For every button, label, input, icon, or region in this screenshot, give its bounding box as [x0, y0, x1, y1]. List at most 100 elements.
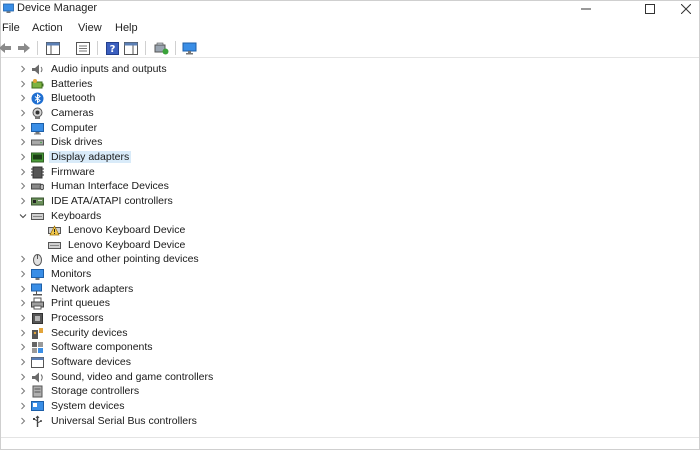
title-bar[interactable]: Device Manager	[1, 1, 699, 17]
tree-category-security-devices[interactable]: Security devices	[1, 326, 699, 341]
tree-category-cameras[interactable]: Cameras	[1, 106, 699, 121]
chevron-right-icon[interactable]	[18, 181, 28, 191]
display-adapter-icon	[31, 152, 44, 163]
tree-category-keyboards[interactable]: Keyboards	[1, 209, 699, 224]
tree-item-label: Lenovo Keyboard Device	[68, 224, 186, 237]
properties-pane-icon	[76, 41, 90, 55]
help-button[interactable]: ?	[104, 40, 120, 56]
properties-button[interactable]	[75, 40, 91, 56]
tree-item-label: Mice and other pointing devices	[51, 253, 199, 266]
chevron-right-icon[interactable]	[18, 108, 28, 118]
keyboard-icon	[48, 241, 61, 249]
tree-item-label: Universal Serial Bus controllers	[51, 414, 197, 427]
chevron-down-icon[interactable]	[18, 211, 28, 221]
tree-category-sound-video-and-game-controllers[interactable]: Sound, video and game controllers	[1, 370, 699, 385]
chevron-right-icon[interactable]	[18, 123, 28, 133]
toolbar-separator	[97, 41, 98, 55]
tree-category-network-adapters[interactable]: Network adapters	[1, 282, 699, 297]
mouse-icon	[33, 254, 42, 267]
toolbar-separator	[37, 41, 38, 55]
chevron-right-icon[interactable]	[18, 342, 28, 352]
tree-category-print-queues[interactable]: Print queues	[1, 296, 699, 311]
show-hide-console-tree-button[interactable]	[45, 40, 61, 56]
tree-category-firmware[interactable]: Firmware	[1, 165, 699, 180]
tree-category-mice-and-other-pointing-devices[interactable]: Mice and other pointing devices	[1, 252, 699, 267]
minimize-button[interactable]	[563, 1, 609, 17]
tree-category-bluetooth[interactable]: Bluetooth	[1, 91, 699, 106]
chevron-right-icon[interactable]	[18, 93, 28, 103]
tree-category-system-devices[interactable]: System devices	[1, 399, 699, 414]
chevron-right-icon[interactable]	[18, 64, 28, 74]
tree-item-label: Sound, video and game controllers	[51, 370, 214, 383]
speaker-icon	[32, 64, 43, 75]
usb-icon	[33, 415, 42, 427]
tree-item-label: Human Interface Devices	[51, 180, 169, 193]
update-driver-button[interactable]	[153, 40, 169, 56]
tree-item-label: Storage controllers	[51, 385, 140, 398]
keyboard-warning-icon	[48, 225, 61, 236]
chevron-right-icon[interactable]	[18, 269, 28, 279]
battery-icon	[31, 78, 44, 89]
tree-category-monitors[interactable]: Monitors	[1, 267, 699, 282]
chevron-right-icon[interactable]	[18, 254, 28, 264]
tree-category-human-interface-devices[interactable]: Human Interface Devices	[1, 179, 699, 194]
tree-category-disk-drives[interactable]: Disk drives	[1, 135, 699, 150]
device-tree[interactable]: Audio inputs and outputs Batteries Bluetoo…	[1, 62, 699, 436]
tree-child-item[interactable]: Lenovo Keyboard Device	[1, 223, 699, 238]
chevron-right-icon[interactable]	[18, 167, 28, 177]
scan-hardware-icon	[182, 42, 197, 54]
chevron-right-icon[interactable]	[18, 152, 28, 162]
back-button[interactable]	[0, 40, 13, 56]
chevron-right-icon[interactable]	[18, 372, 28, 382]
tree-item-label: System devices	[51, 399, 125, 412]
device-manager-window: Device Manager File Action View Help ? A…	[0, 0, 700, 450]
tree-category-processors[interactable]: Processors	[1, 311, 699, 326]
chevron-right-icon[interactable]	[18, 328, 28, 338]
chevron-right-icon[interactable]	[18, 196, 28, 206]
close-button[interactable]	[663, 1, 700, 17]
tree-item-label: Display adapters	[49, 150, 132, 163]
tree-category-batteries[interactable]: Batteries	[1, 77, 699, 92]
tree-category-storage-controllers[interactable]: Storage controllers	[1, 384, 699, 399]
chevron-right-icon[interactable]	[18, 313, 28, 323]
computer-icon	[31, 122, 44, 135]
keyboard-icon	[31, 212, 44, 220]
scan-hardware-button[interactable]	[182, 40, 198, 56]
tree-item-label: Computer	[51, 121, 98, 134]
tree-item-label: Security devices	[51, 326, 128, 339]
chevron-right-icon[interactable]	[18, 137, 28, 147]
status-bar	[1, 437, 699, 449]
menu-action[interactable]: Action	[32, 22, 63, 34]
tree-item-label: Software components	[51, 341, 153, 354]
tree-item-label: Lenovo Keyboard Device	[68, 238, 186, 251]
chevron-right-icon[interactable]	[18, 401, 28, 411]
chevron-right-icon[interactable]	[18, 79, 28, 89]
tree-category-ide-ata-atapi-controllers[interactable]: IDE ATA/ATAPI controllers	[1, 194, 699, 209]
processor-icon	[32, 313, 43, 325]
chevron-right-icon[interactable]	[18, 416, 28, 426]
tree-category-display-adapters[interactable]: Display adapters	[1, 150, 699, 165]
minimize-icon	[581, 8, 591, 10]
tree-item-label: Network adapters	[51, 282, 134, 295]
tree-category-software-components[interactable]: Software components	[1, 340, 699, 355]
chevron-right-icon[interactable]	[18, 284, 28, 294]
tree-category-software-devices[interactable]: Software devices	[1, 355, 699, 370]
tree-category-universal-serial-bus-controllers[interactable]: Universal Serial Bus controllers	[1, 414, 699, 429]
tree-category-audio-inputs-and-outputs[interactable]: Audio inputs and outputs	[1, 62, 699, 77]
monitor-icon	[31, 269, 44, 281]
chevron-right-icon[interactable]	[18, 298, 28, 308]
forward-arrow-icon	[18, 43, 30, 53]
tree-child-item[interactable]: Lenovo Keyboard Device	[1, 238, 699, 253]
tree-item-label: Monitors	[51, 268, 92, 281]
forward-button[interactable]	[16, 40, 32, 56]
chevron-right-icon[interactable]	[18, 357, 28, 367]
menu-file[interactable]: File	[2, 22, 20, 34]
menu-view[interactable]: View	[78, 22, 102, 34]
tree-category-computer[interactable]: Computer	[1, 121, 699, 136]
software-component-icon	[32, 342, 43, 354]
chevron-right-icon[interactable]	[18, 386, 28, 396]
toolbar-separator	[175, 41, 176, 55]
action-pane-button[interactable]	[123, 40, 139, 56]
menu-help[interactable]: Help	[115, 22, 138, 34]
details-icon	[124, 41, 138, 55]
